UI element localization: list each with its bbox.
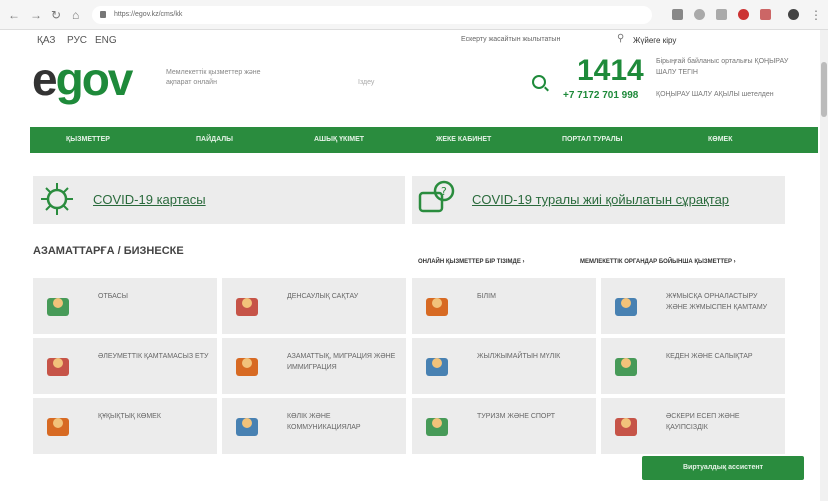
category-card[interactable]: ҚҰҚЫҚТЫҚ КӨМЕК — [33, 398, 217, 454]
category-card[interactable]: ЖЫЛЖЫМАЙТЫН МҮЛІК — [412, 338, 596, 394]
extension-icon[interactable] — [760, 9, 771, 20]
category-label: ЖҰМЫСҚА ОРНАЛАСТЫРУ ЖӘНЕ ЖҰМЫСПЕН ҚАМТАМ… — [666, 293, 768, 311]
agency-services-link[interactable]: МЕМЛЕКЕТТІК ОРГАНДАР БОЙЫНША ҚЫЗМЕТТЕР › — [580, 259, 736, 265]
faq-icon: ? — [418, 180, 455, 213]
category-card[interactable]: ЖҰМЫСҚА ОРНАЛАСТЫРУ ЖӘНЕ ЖҰМЫСПЕН ҚАМТАМ… — [601, 278, 785, 334]
category-card[interactable]: КЕДЕН ЖӘНЕ САЛЫҚТАР — [601, 338, 785, 394]
family-icon — [47, 298, 69, 316]
nav-item-help[interactable]: КӨМЕК — [708, 136, 733, 143]
category-card[interactable]: ТУРИЗМ ЖӘНЕ СПОРТ — [412, 398, 596, 454]
lang-rus[interactable]: РУС — [67, 35, 87, 46]
search-input[interactable]: Іздеу — [358, 79, 374, 86]
call-center-number: 1414 — [577, 54, 644, 87]
category-label: ӘСКЕРИ ЕСЕП ЖӘНЕ ҚАУІПСІЗДІК — [666, 413, 740, 431]
virus-icon — [41, 183, 73, 215]
category-label: ЖЫЛЖЫМАЙТЫН МҮЛІК — [477, 353, 561, 360]
nav-item-useful[interactable]: ПАЙДАЛЫ — [196, 136, 233, 143]
scrollbar-thumb[interactable] — [821, 62, 827, 117]
category-card[interactable]: ӘСКЕРИ ЕСЕП ЖӘНЕ ҚАУІПСІЗДІК — [601, 398, 785, 454]
login-link[interactable]: Жүйеге кіру — [633, 36, 676, 45]
category-card[interactable]: ДЕНСАУЛЫҚ САҚТАУ — [222, 278, 406, 334]
svg-text:?: ? — [441, 185, 447, 198]
reload-icon[interactable]: ↻ — [51, 8, 61, 22]
category-label: КЕДЕН ЖӘНЕ САЛЫҚТАР — [666, 353, 753, 360]
search-icon[interactable] — [532, 75, 546, 89]
category-label: ӘЛЕУМЕТТІК ҚАМТАМАСЫЗ ЕТУ — [98, 353, 209, 360]
section-title: АЗАМАТТАРҒА / БИЗНЕСКЕ — [33, 245, 184, 257]
nav-item-cabinet[interactable]: ЖЕКЕ КАБИНЕТ — [436, 136, 491, 143]
phone-text: ҚОҢЫРАУ ШАЛУ АҚЫЛЫ шетелден — [656, 91, 774, 98]
back-icon[interactable]: ← — [8, 8, 20, 22]
education-icon — [426, 298, 448, 316]
nav-item-open-gov[interactable]: АШЫҚ ҮКІМЕТ — [314, 136, 364, 143]
customs-icon — [615, 358, 637, 376]
home-icon[interactable]: ⌂ — [72, 8, 79, 22]
phone-number: +7 7172 701 998 — [563, 90, 639, 101]
social-icon — [47, 358, 69, 376]
call-center-text: Бірыңғай байланыс орталығы ҚОҢЫРАУ ШАЛУ … — [656, 58, 789, 76]
address-bar[interactable]: https://egov.kz/cms/kk — [92, 6, 652, 24]
covid-faq-link[interactable]: COVID-19 туралы жиі қойылатын сұрақтар — [472, 192, 729, 207]
lock-icon — [100, 11, 106, 18]
search-box[interactable]: Іздеу — [352, 73, 552, 93]
covid-faq-banner[interactable]: ? COVID-19 туралы жиі қойылатын сұрақтар — [412, 176, 785, 224]
category-label: ТУРИЗМ ЖӘНЕ СПОРТ — [477, 413, 555, 420]
profile-icon[interactable] — [788, 9, 799, 20]
covid-map-banner[interactable]: COVID-19 картасы — [33, 176, 405, 224]
category-card[interactable]: КӨЛІК ЖӘНЕ КОММУНИКАЦИЯЛАР — [222, 398, 406, 454]
nav-item-about[interactable]: ПОРТАЛ ТУРАЛЫ — [562, 136, 622, 143]
covid-map-link[interactable]: COVID-19 картасы — [93, 192, 206, 207]
top-link[interactable]: Ескерту жасайтын жылытатын — [461, 36, 560, 43]
realty-icon — [426, 358, 448, 376]
extension-icon[interactable] — [738, 9, 749, 20]
lang-eng[interactable]: ENG — [95, 35, 117, 46]
tagline: Мемлекеттік қызметтер және ақпарат онлай… — [166, 69, 261, 87]
virtual-assistant-button[interactable]: Виртуалдық ассистент — [642, 456, 804, 480]
menu-icon[interactable]: ⋮ — [810, 8, 822, 22]
employment-icon — [615, 298, 637, 316]
health-icon — [236, 298, 258, 316]
lang-kaz[interactable]: ҚАЗ — [37, 35, 55, 46]
egov-logo[interactable]: egov — [32, 56, 133, 102]
user-icon: ⚲ — [617, 33, 625, 44]
category-label: ҚҰҚЫҚТЫҚ КӨМЕК — [98, 413, 161, 420]
forward-icon[interactable]: → — [30, 8, 42, 22]
category-label: КӨЛІК ЖӘНЕ КОММУНИКАЦИЯЛАР — [287, 413, 361, 431]
category-card[interactable]: АЗАМАТТЫҚ, МИГРАЦИЯ ЖӘНЕ ИММИГРАЦИЯ — [222, 338, 406, 394]
category-label: БІЛІМ — [477, 293, 496, 300]
category-label: ОТБАСЫ — [98, 293, 128, 300]
military-icon — [615, 418, 637, 436]
category-label: ДЕНСАУЛЫҚ САҚТАУ — [287, 293, 359, 300]
tourism-icon — [426, 418, 448, 436]
migration-icon — [236, 358, 258, 376]
main-nav: ҚЫЗМЕТТЕР ПАЙДАЛЫ АШЫҚ ҮКІМЕТ ЖЕКЕ КАБИН… — [30, 127, 818, 153]
category-card[interactable]: ОТБАСЫ — [33, 278, 217, 334]
extension-icon[interactable] — [694, 9, 705, 20]
transport-icon — [236, 418, 258, 436]
category-card[interactable]: БІЛІМ — [412, 278, 596, 334]
category-label: АЗАМАТТЫҚ, МИГРАЦИЯ ЖӘНЕ ИММИГРАЦИЯ — [287, 353, 396, 371]
extension-icon[interactable] — [716, 9, 727, 20]
browser-toolbar: ← → ↻ ⌂ https://egov.kz/cms/kk ⋮ — [0, 0, 828, 30]
online-services-link[interactable]: ОНЛАЙН ҚЫЗМЕТТЕР БІР ТІЗІМДЕ › — [418, 259, 525, 265]
translate-icon[interactable] — [672, 9, 683, 20]
law-icon — [47, 418, 69, 436]
nav-item-services[interactable]: ҚЫЗМЕТТЕР — [66, 136, 110, 143]
category-card[interactable]: ӘЛЕУМЕТТІК ҚАМТАМАСЫЗ ЕТУ — [33, 338, 217, 394]
